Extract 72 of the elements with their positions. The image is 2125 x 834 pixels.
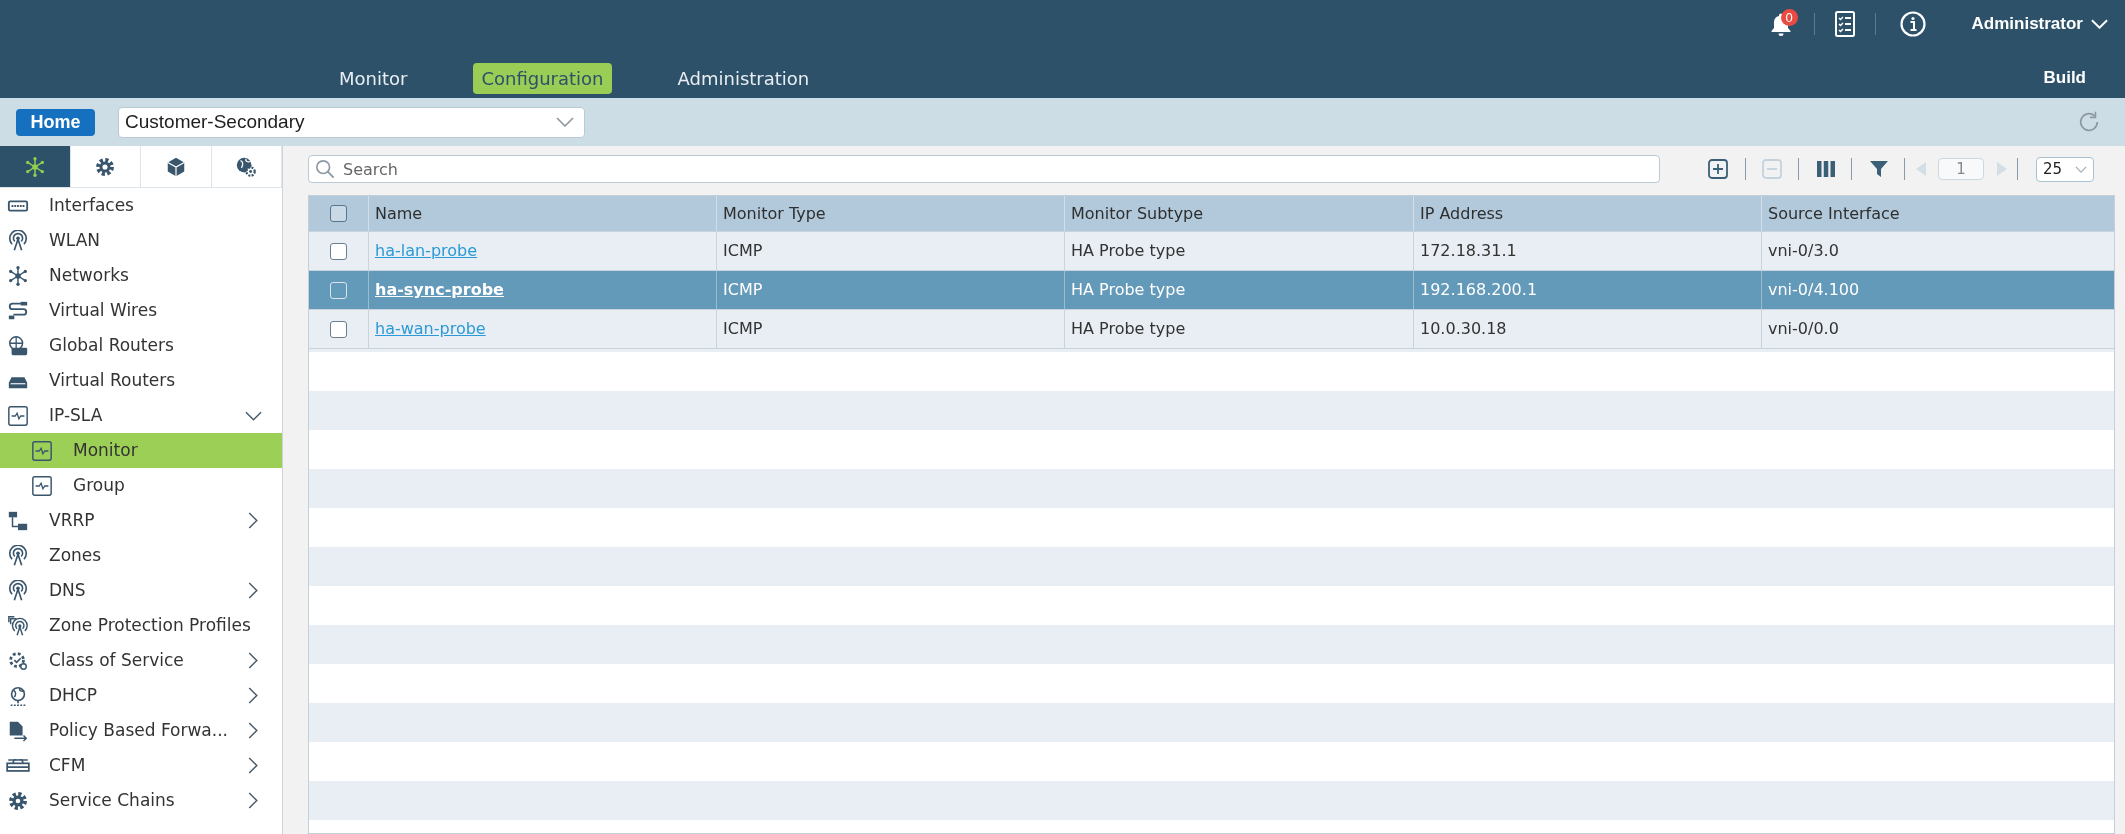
document-arrow-icon (7, 719, 29, 742)
network-nodes-icon (23, 155, 46, 178)
antenna-icon (7, 229, 29, 252)
nav-tab[interactable]: Monitor (331, 62, 416, 94)
table-row[interactable]: ha-lan-probe ICMP HA Probe type 172.18.31.1 vni-0/3.0 (309, 231, 2114, 270)
row-checkbox[interactable] (330, 320, 347, 338)
page-size-dropdown[interactable]: 25 (2036, 156, 2094, 182)
sidebar-item[interactable]: Global Routers (0, 328, 282, 363)
sidebar-item[interactable]: Class of Service (0, 643, 282, 678)
sidebar-item[interactable]: Interfaces (0, 188, 282, 223)
sidebar-item[interactable]: DHCP (0, 678, 282, 713)
build-label: Build (2043, 67, 2086, 90)
info-icon[interactable] (1899, 11, 1926, 37)
pulse-icon (7, 404, 29, 427)
chevron-right-icon[interactable] (248, 687, 258, 704)
table-row[interactable]: ha-wan-probe ICMP HA Probe type 10.0.30.18 vni-0/0.0 (309, 309, 2114, 348)
sidebar-item[interactable]: WLAN (0, 223, 282, 258)
row-checkbox[interactable] (330, 242, 347, 260)
chevron-right-icon[interactable] (248, 757, 258, 774)
add-icon[interactable] (1708, 159, 1728, 179)
sidebar-item[interactable]: Service Chains (0, 783, 282, 818)
tree-item[interactable]: Group (0, 468, 282, 503)
pulse-icon (31, 439, 53, 462)
globe-router-icon (7, 334, 29, 357)
gear-icon (7, 789, 29, 812)
antenna-icon (7, 544, 29, 567)
chevron-right-icon[interactable] (248, 512, 258, 529)
chevron-right-icon[interactable] (248, 582, 258, 599)
chevron-down-icon[interactable] (245, 410, 262, 421)
sidebar-item[interactable]: VRRP (0, 503, 282, 538)
sidebar-tab[interactable] (0, 146, 71, 187)
pulse-icon (31, 474, 53, 497)
sidebar-item[interactable]: Zones (0, 538, 282, 573)
organization-dropdown[interactable]: Customer-Secondary (118, 106, 585, 138)
stacked-antenna-icon (7, 614, 29, 637)
search-field[interactable]: Search (308, 155, 1660, 183)
hierarchy-icon (7, 509, 29, 532)
sidebar-item[interactable]: Networks (0, 258, 282, 293)
table-cell: HA Probe type (1064, 310, 1413, 348)
sidebar-item[interactable]: Policy Based Forwa... (0, 713, 282, 748)
columns-icon[interactable] (1816, 159, 1836, 179)
filter-icon[interactable] (1869, 159, 1889, 179)
home-button[interactable]: Home (16, 108, 95, 136)
sidebar-item[interactable]: Virtual Wires (0, 293, 282, 328)
tray-icon (6, 759, 30, 772)
sidebar-item[interactable]: IP-SLA (0, 398, 282, 433)
nav-tab[interactable]: Configuration (473, 62, 612, 94)
checklist-icon[interactable] (1834, 11, 1855, 37)
table-cell: 10.0.30.18 (1413, 310, 1761, 348)
chevron-right-icon[interactable] (248, 792, 258, 809)
chevron-right-icon[interactable] (248, 722, 258, 739)
chevron-down-icon (2075, 165, 2087, 173)
globe-gear-icon (235, 155, 258, 178)
select-all-checkbox[interactable] (330, 205, 347, 222)
network-nodes-icon (7, 264, 29, 287)
chevron-right-icon[interactable] (248, 652, 258, 669)
tree-item[interactable]: Monitor (0, 433, 282, 468)
user-menu[interactable]: Administrator (1971, 11, 2108, 37)
search-icon (315, 159, 335, 179)
nav-tab[interactable]: Administration (669, 62, 818, 94)
sidebar-item[interactable]: Virtual Routers (0, 363, 282, 398)
chevron-down-icon (556, 117, 574, 127)
antenna-icon (7, 579, 29, 602)
sidebar-item[interactable]: Zone Protection Profiles (0, 608, 282, 643)
gear-icon (94, 155, 117, 178)
gear-check-icon (7, 649, 29, 672)
table-cell: ICMP (716, 310, 1064, 348)
sidebar-item[interactable]: CFM (0, 748, 282, 783)
table-cell: vni-0/0.0 (1761, 310, 2114, 348)
chevron-down-icon (2091, 19, 2108, 29)
sidebar-item[interactable]: DNS (0, 573, 282, 608)
cable-icon (7, 299, 29, 322)
